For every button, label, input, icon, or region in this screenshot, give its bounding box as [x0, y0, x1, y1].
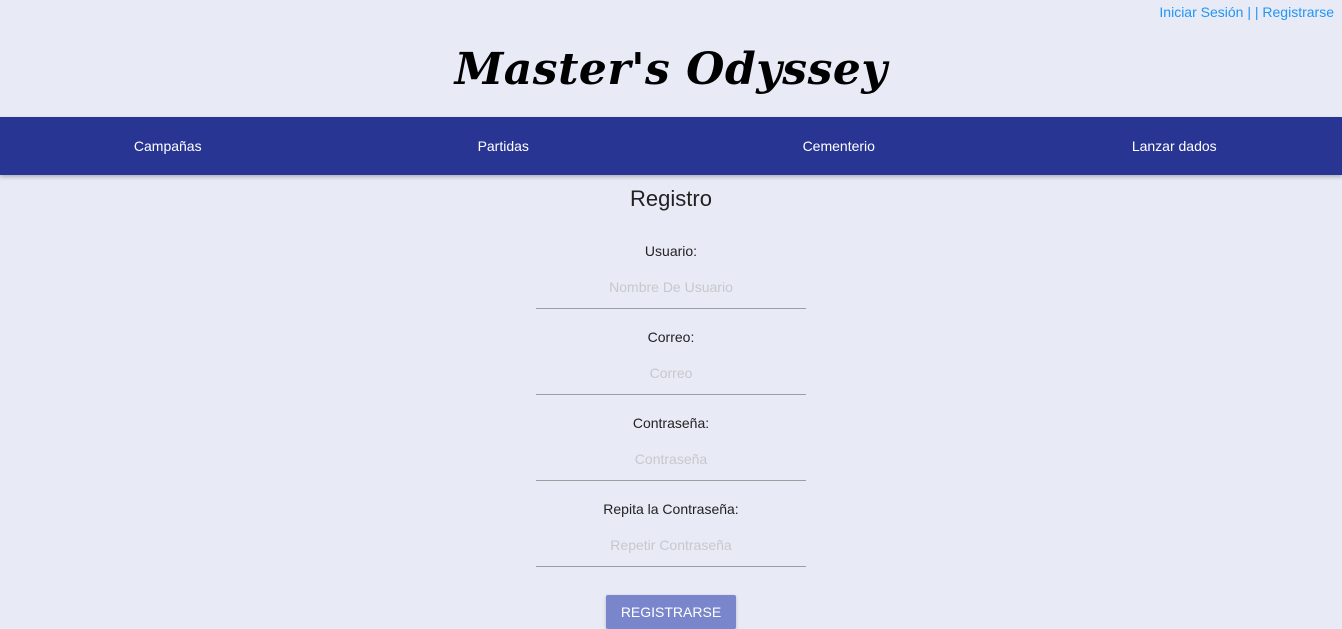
email-input[interactable] — [536, 351, 806, 395]
username-field-group: Usuario: — [536, 233, 806, 319]
register-submit-button[interactable]: REGISTRARSE — [606, 595, 736, 629]
repeat-password-input[interactable] — [536, 523, 806, 567]
password-label: Contraseña: — [536, 405, 806, 437]
auth-links: Iniciar Sesión | | Registrarse — [1159, 4, 1334, 20]
nav-item-lanzar-dados[interactable]: Lanzar dados — [1007, 117, 1342, 175]
page-title: Registro — [0, 186, 1342, 212]
repeat-password-field-group: Repita la Contraseña: — [536, 491, 806, 577]
registration-form: Usuario: Correo: Contraseña: Repita la C… — [536, 233, 806, 629]
nav-item-partidas[interactable]: Partidas — [336, 117, 672, 175]
site-logo-title[interactable]: Master's Odyssey — [0, 44, 1342, 95]
registration-section: Registro Usuario: Correo: Contraseña: Re… — [0, 175, 1342, 629]
password-input[interactable] — [536, 437, 806, 481]
email-field-group: Correo: — [536, 319, 806, 405]
repeat-password-label: Repita la Contraseña: — [536, 491, 806, 523]
nav-item-campanas[interactable]: Campañas — [0, 117, 336, 175]
auth-separator: | | — [1247, 4, 1258, 20]
register-link[interactable]: Registrarse — [1262, 4, 1334, 20]
main-navbar: Campañas Partidas Cementerio Lanzar dado… — [0, 117, 1342, 175]
username-input[interactable] — [536, 265, 806, 309]
login-link[interactable]: Iniciar Sesión — [1159, 4, 1243, 20]
nav-item-cementerio[interactable]: Cementerio — [671, 117, 1007, 175]
email-label: Correo: — [536, 319, 806, 351]
password-field-group: Contraseña: — [536, 405, 806, 491]
username-label: Usuario: — [536, 233, 806, 265]
